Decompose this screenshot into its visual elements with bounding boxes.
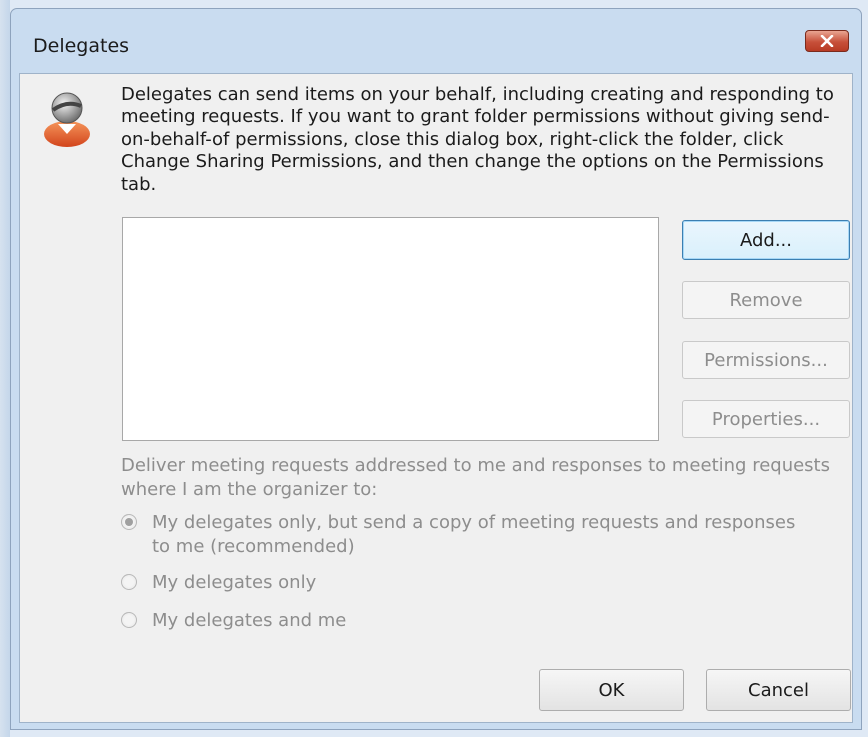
radio-label: My delegates only <box>152 572 317 593</box>
radio-button[interactable] <box>121 574 137 590</box>
radio-label: My delegates only, but send a copy of me… <box>152 512 796 557</box>
dialog-title: Delegates <box>33 35 130 57</box>
background-window-edge <box>0 0 10 737</box>
properties-button[interactable]: Properties... <box>682 400 850 438</box>
close-button[interactable] <box>805 30 849 52</box>
remove-button[interactable]: Remove <box>682 281 850 319</box>
delegates-list[interactable] <box>122 217 659 441</box>
dialog-body: Delegates can send items on your behalf,… <box>19 73 853 723</box>
intro-text: Delegates can send items on your behalf,… <box>121 84 834 195</box>
deliver-label: Deliver meeting requests addressed to me… <box>121 455 830 500</box>
radio-label: My delegates and me <box>152 610 347 631</box>
radio-button[interactable] <box>121 612 137 628</box>
title-bar[interactable]: Delegates <box>11 9 861 73</box>
delegates-dialog: Delegates Delegates can send items on yo… <box>10 8 862 730</box>
ok-button[interactable]: OK <box>539 669 684 711</box>
cancel-button[interactable]: Cancel <box>706 669 851 711</box>
permissions-button[interactable]: Permissions... <box>682 341 850 379</box>
add-button[interactable]: Add... <box>682 220 850 260</box>
close-icon <box>820 35 834 47</box>
radio-button[interactable] <box>121 514 137 530</box>
user-icon <box>44 92 90 147</box>
